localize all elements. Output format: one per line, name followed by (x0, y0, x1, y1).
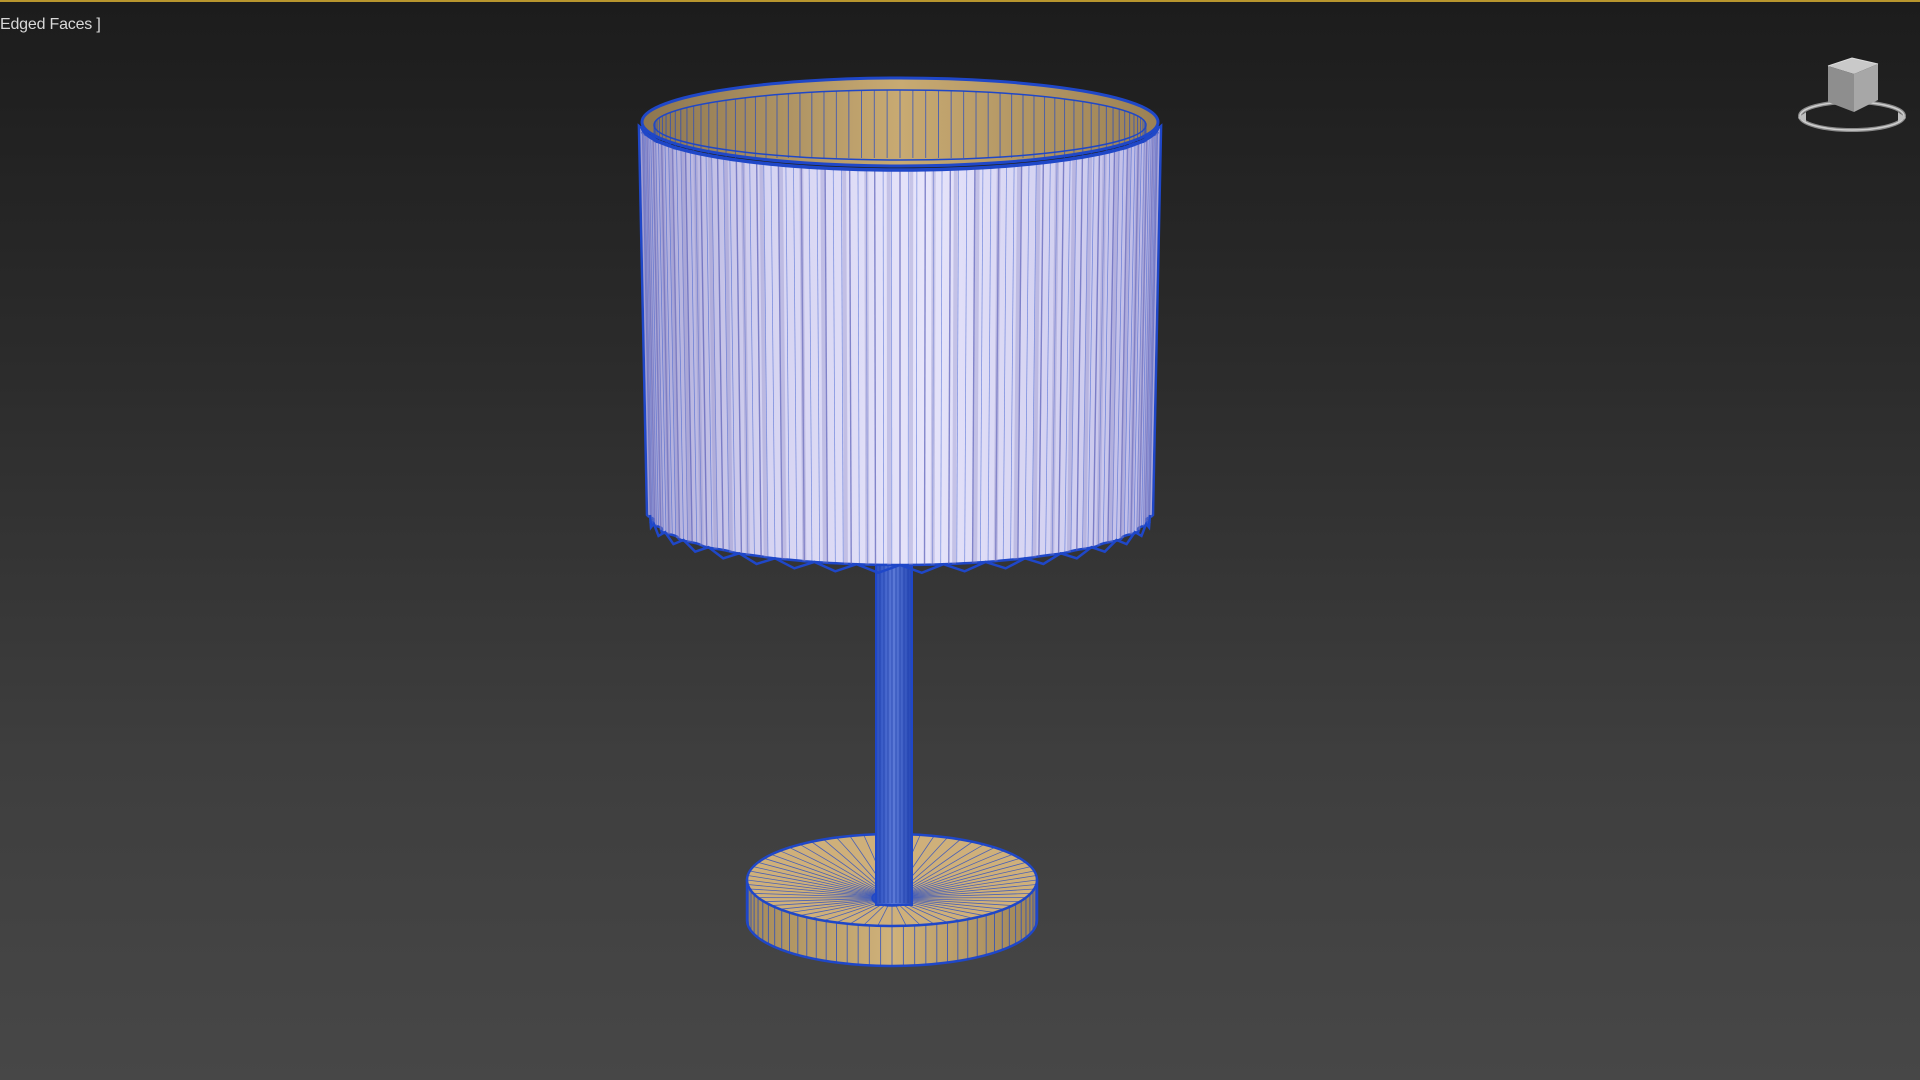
lamp-model[interactable] (0, 0, 1920, 1080)
viewcube-icon[interactable] (1794, 54, 1910, 144)
lamp-stem (875, 559, 913, 906)
lamp-shade-body (637, 123, 1163, 575)
perspective-viewport[interactable]: Edged Faces ] (0, 0, 1920, 1080)
lamp-shade-inner (640, 76, 1160, 168)
